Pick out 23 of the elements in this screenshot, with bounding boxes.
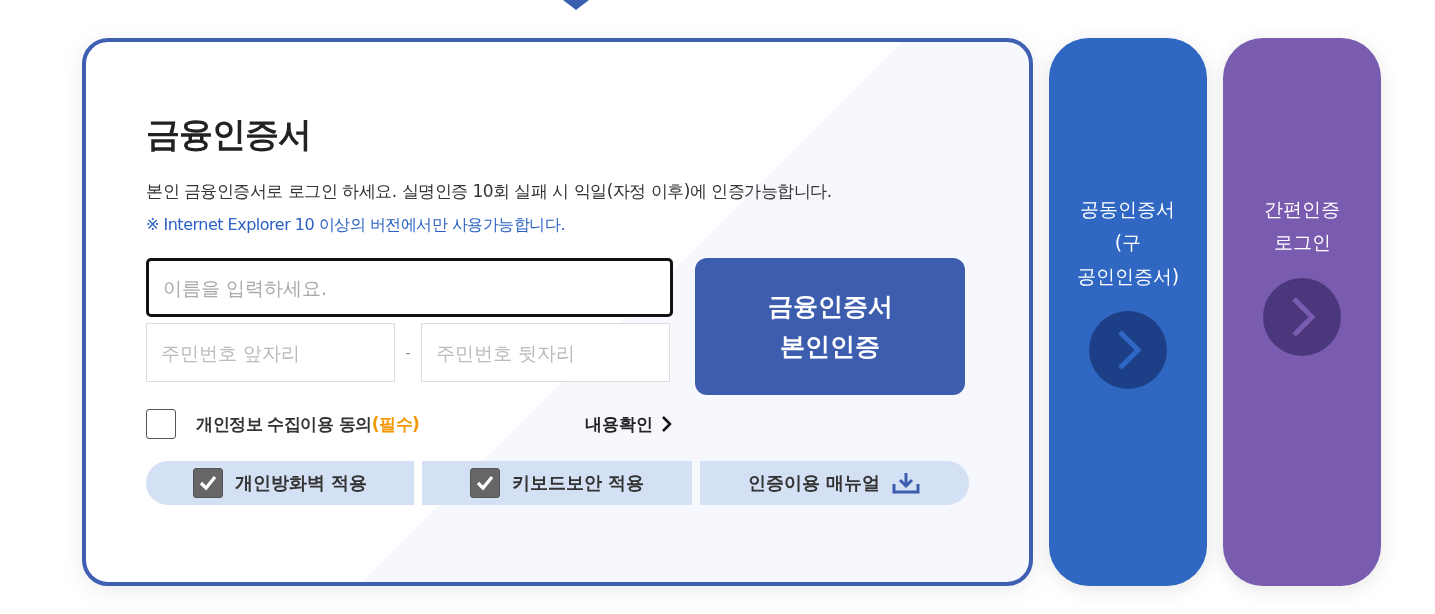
consent-label: 개인정보 수집이용 동의(필수)	[196, 412, 421, 436]
side-tab[interactable]: 공동인증서 (구 공인인증서)	[1049, 38, 1207, 586]
manual-download-button[interactable]: 인증이용 매뉴얼	[699, 461, 969, 505]
id-front-field[interactable]: 주민번호 앞자리	[146, 323, 395, 382]
arrow-circle-icon	[1263, 277, 1341, 356]
option-toggle[interactable]: 키보드보안 적용	[422, 461, 692, 505]
option-checkbox[interactable]	[469, 468, 500, 498]
description-text: 본인 금융인증서로 로그인 하세요. 실명인증 10회 실패 시 익일(자정 이후)에 인증가능합니다.	[146, 180, 833, 203]
view-details-link[interactable]: 내용확인	[585, 412, 673, 436]
browser-notice: ※ Internet Explorer 10 이상의 버전에서만 사용가능합니다.	[146, 215, 566, 236]
option-checkbox[interactable]	[193, 468, 223, 498]
panel-title: 금융인증서	[146, 113, 312, 156]
chevron-icon	[661, 415, 673, 433]
consent-checkbox[interactable]	[146, 409, 176, 439]
separator-text: -	[404, 344, 412, 361]
pointer-icon	[563, 0, 589, 10]
download-icon	[892, 472, 921, 494]
verify-button[interactable]: 금융인증서 본인인증	[695, 258, 965, 395]
side-tab[interactable]: 간편인증 로그인	[1223, 38, 1381, 586]
id-back-field[interactable]: 주민번호 뒷자리	[421, 323, 670, 382]
name-field[interactable]: 이름을 입력하세요.	[146, 258, 673, 317]
option-toggle[interactable]: 개인방화벽 적용	[146, 461, 415, 505]
arrow-circle-icon	[1089, 310, 1167, 389]
